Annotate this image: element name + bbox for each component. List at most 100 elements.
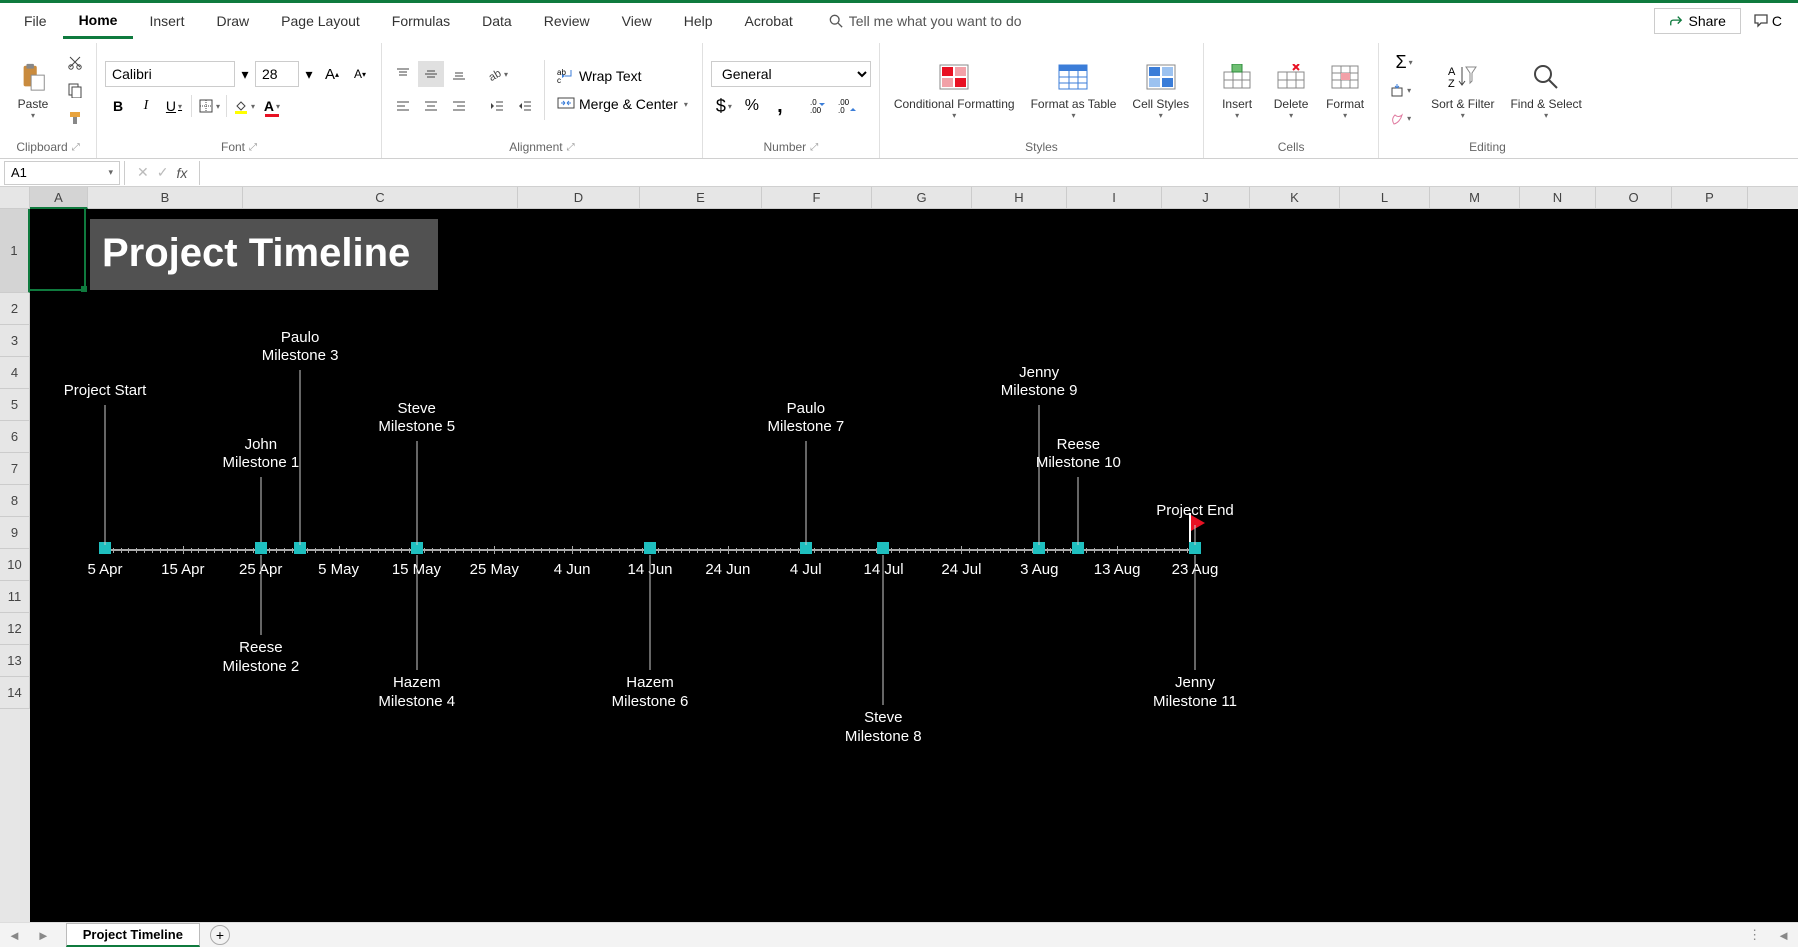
decrease-indent-button[interactable] — [484, 93, 510, 119]
align-top-button[interactable] — [390, 61, 416, 87]
row-header-9[interactable]: 9 — [0, 517, 30, 549]
bold-button[interactable]: B — [105, 93, 131, 119]
tab-review[interactable]: Review — [528, 5, 606, 37]
tab-draw[interactable]: Draw — [200, 5, 265, 37]
row-header-12[interactable]: 12 — [0, 613, 30, 645]
row-header-2[interactable]: 2 — [0, 293, 30, 325]
col-header-L[interactable]: L — [1340, 187, 1430, 209]
format-cells-button[interactable]: Format▾ — [1320, 46, 1370, 134]
format-as-table-button[interactable]: Format as Table▾ — [1025, 46, 1123, 134]
row-header-10[interactable]: 10 — [0, 549, 30, 581]
cancel-formula-button[interactable]: ✕ — [137, 164, 149, 181]
format-painter-button[interactable] — [62, 105, 88, 131]
decrease-decimal-button[interactable]: .00.0 — [835, 93, 861, 119]
fill-handle[interactable] — [81, 286, 87, 292]
select-all-corner[interactable] — [0, 187, 30, 209]
hscroll-left[interactable]: ◄ — [1769, 928, 1798, 943]
accounting-format-button[interactable]: $ — [711, 93, 737, 119]
col-header-B[interactable]: B — [88, 187, 243, 209]
font-size-input[interactable] — [255, 61, 299, 87]
font-color-button[interactable]: A — [259, 93, 285, 119]
enter-formula-button[interactable]: ✓ — [157, 164, 169, 181]
font-name-input[interactable] — [105, 61, 235, 87]
italic-button[interactable]: I — [133, 93, 159, 119]
row-header-4[interactable]: 4 — [0, 357, 30, 389]
font-size-dropdown[interactable]: ▾ — [301, 61, 317, 87]
font-launcher[interactable]: ⤢ — [249, 142, 257, 153]
tab-view[interactable]: View — [606, 5, 668, 37]
row-header-8[interactable]: 8 — [0, 485, 30, 517]
row-header-3[interactable]: 3 — [0, 325, 30, 357]
merge-center-button[interactable]: Merge & Center — [551, 93, 694, 115]
clear-button[interactable] — [1387, 105, 1413, 131]
align-center-button[interactable] — [418, 93, 444, 119]
borders-button[interactable] — [196, 93, 222, 119]
increase-decimal-button[interactable]: .0.00 — [807, 93, 833, 119]
col-header-J[interactable]: J — [1162, 187, 1250, 209]
tab-data[interactable]: Data — [466, 5, 528, 37]
tab-nav-prev[interactable]: ◄ — [0, 928, 29, 943]
align-right-button[interactable] — [446, 93, 472, 119]
row-header-11[interactable]: 11 — [0, 581, 30, 613]
alignment-launcher[interactable]: ⤢ — [567, 142, 575, 153]
comma-format-button[interactable]: , — [767, 93, 793, 119]
formula-input[interactable] — [200, 161, 1798, 185]
row-header-7[interactable]: 7 — [0, 453, 30, 485]
col-header-O[interactable]: O — [1596, 187, 1672, 209]
orientation-button[interactable]: ab — [484, 61, 510, 87]
copy-button[interactable] — [62, 77, 88, 103]
number-format-select[interactable]: General — [711, 61, 871, 87]
fill-color-button[interactable] — [231, 93, 257, 119]
increase-indent-button[interactable] — [512, 93, 538, 119]
tab-insert[interactable]: Insert — [133, 5, 200, 37]
tab-nav-next[interactable]: ► — [29, 928, 58, 943]
row-header-1[interactable]: 1 — [0, 209, 30, 293]
wrap-text-button[interactable]: abc Wrap Text — [551, 65, 694, 87]
fill-button[interactable] — [1387, 77, 1413, 103]
row-header-6[interactable]: 6 — [0, 421, 30, 453]
row-header-14[interactable]: 14 — [0, 677, 30, 709]
col-header-D[interactable]: D — [518, 187, 640, 209]
tab-help[interactable]: Help — [668, 5, 729, 37]
share-button[interactable]: Share — [1654, 8, 1741, 34]
col-header-G[interactable]: G — [872, 187, 972, 209]
col-header-K[interactable]: K — [1250, 187, 1340, 209]
add-sheet-button[interactable]: + — [210, 925, 230, 945]
align-left-button[interactable] — [390, 93, 416, 119]
number-launcher[interactable]: ⤢ — [810, 142, 818, 153]
decrease-font-button[interactable]: A▾ — [347, 61, 373, 87]
align-middle-button[interactable] — [418, 61, 444, 87]
col-header-N[interactable]: N — [1520, 187, 1596, 209]
insert-cells-button[interactable]: Insert▾ — [1212, 46, 1262, 134]
increase-font-button[interactable]: A▴ — [319, 61, 345, 87]
tab-split-handle[interactable]: ⋮ — [1740, 927, 1769, 943]
clipboard-launcher[interactable]: ⤢ — [72, 142, 80, 153]
tab-home[interactable]: Home — [63, 4, 134, 39]
col-header-A[interactable]: A — [30, 187, 88, 209]
col-header-E[interactable]: E — [640, 187, 762, 209]
tell-me-search[interactable]: Tell me what you want to do — [829, 13, 1022, 29]
paste-button[interactable]: Paste ▾ — [8, 46, 58, 134]
cut-button[interactable] — [62, 49, 88, 75]
col-header-F[interactable]: F — [762, 187, 872, 209]
cell-styles-button[interactable]: Cell Styles▾ — [1126, 46, 1195, 134]
underline-button[interactable]: U — [161, 93, 187, 119]
tab-file[interactable]: File — [8, 5, 63, 37]
col-header-I[interactable]: I — [1067, 187, 1162, 209]
sheet-area[interactable]: Project Timeline 5 Apr15 Apr25 Apr5 May1… — [30, 209, 1798, 922]
insert-function-button[interactable]: fx — [176, 165, 187, 181]
delete-cells-button[interactable]: Delete▾ — [1266, 46, 1316, 134]
comments-button[interactable]: C — [1745, 9, 1790, 33]
sheet-tab-active[interactable]: Project Timeline — [66, 923, 200, 947]
tab-formulas[interactable]: Formulas — [376, 5, 466, 37]
font-name-dropdown[interactable]: ▾ — [237, 61, 253, 87]
col-header-M[interactable]: M — [1430, 187, 1520, 209]
autosum-button[interactable]: Σ — [1387, 49, 1421, 75]
name-box[interactable]: A1 ▾ — [4, 161, 120, 185]
col-header-C[interactable]: C — [243, 187, 518, 209]
row-header-5[interactable]: 5 — [0, 389, 30, 421]
find-select-button[interactable]: Find & Select▾ — [1504, 46, 1587, 134]
tab-page-layout[interactable]: Page Layout — [265, 5, 376, 37]
col-header-H[interactable]: H — [972, 187, 1067, 209]
col-header-P[interactable]: P — [1672, 187, 1748, 209]
